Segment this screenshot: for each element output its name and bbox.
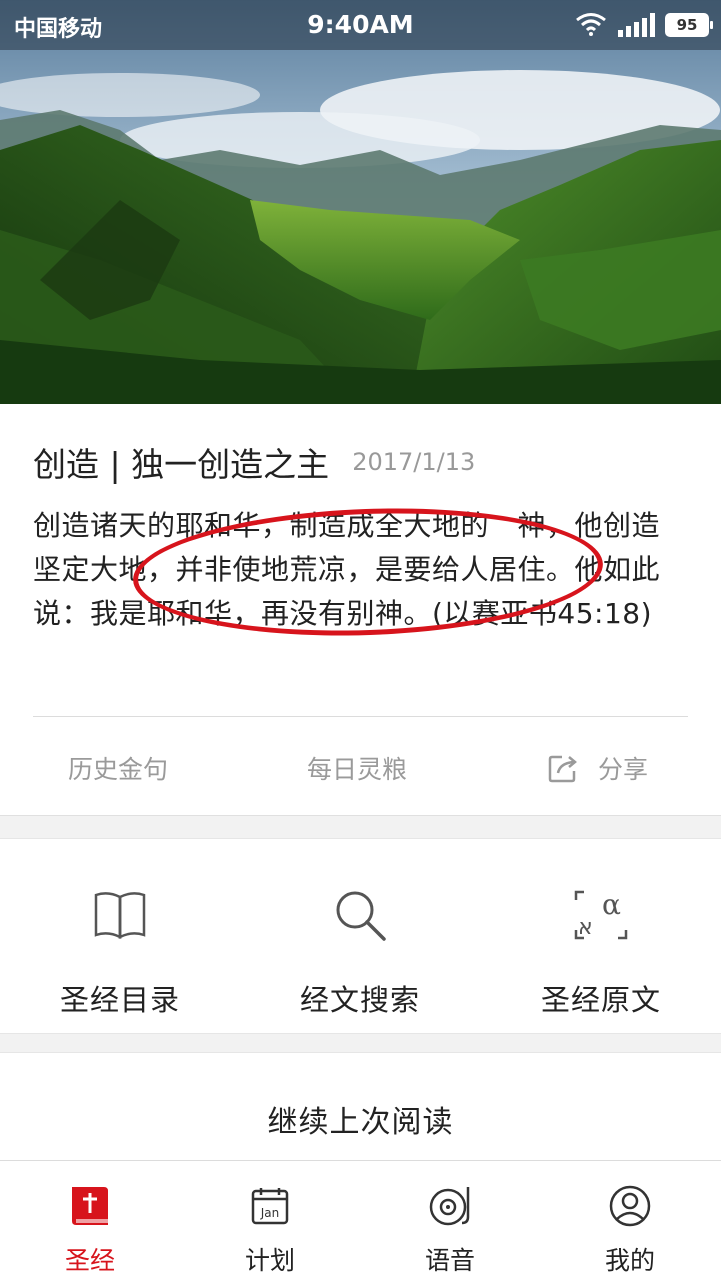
bible-catalog-button[interactable]: 圣经目录 <box>0 883 240 1019</box>
bible-tools-panel: 圣经目录 经文搜索 α א 圣经原文 <box>0 838 721 1034</box>
bible-book-icon <box>72 1187 108 1225</box>
tab-bible-label: 圣经 <box>64 1246 115 1275</box>
landscape-illustration <box>0 0 721 404</box>
share-button[interactable]: 分享 <box>548 750 648 786</box>
continue-reading-label: 继续上次阅读 <box>267 1105 454 1140</box>
calendar-month-text: Jan <box>260 1206 280 1220</box>
verse-search-label: 经文搜索 <box>299 983 420 1017</box>
tab-mine-label: 我的 <box>604 1246 655 1275</box>
tab-mine[interactable]: 我的 <box>540 1183 720 1277</box>
history-verses-button[interactable]: 历史金句 <box>68 750 168 786</box>
tab-plan[interactable]: Jan 计划 <box>180 1183 360 1277</box>
share-icon <box>548 755 577 783</box>
verse-actions: 历史金句 每日灵粮 分享 <box>0 736 721 796</box>
tab-plan-label: 计划 <box>244 1246 295 1275</box>
status-clock: 9:40AM <box>307 10 414 39</box>
vinyl-record-icon <box>429 1187 470 1226</box>
verse-date: 2017/1/13 <box>352 448 476 476</box>
verse-header: 创造 | 独一创造之主 2017/1/13 <box>33 438 475 488</box>
svg-text:א: א <box>578 915 593 940</box>
daily-verse-card: 创造 | 独一创造之主 2017/1/13 创造诸天的耶和华，制造成全大地的 神… <box>0 404 721 816</box>
user-profile-icon <box>609 1185 651 1227</box>
divider <box>33 716 688 717</box>
tab-audio-label: 语音 <box>424 1246 475 1275</box>
open-book-icon <box>94 892 146 940</box>
calendar-icon: Jan <box>251 1188 289 1225</box>
daily-bread-button[interactable]: 每日灵粮 <box>307 750 407 786</box>
status-bar: 中国移动 9:40AM 95 <box>0 0 721 50</box>
signal-strength-icon <box>618 13 655 37</box>
verse-search-button[interactable]: 经文搜索 <box>240 883 480 1019</box>
search-icon <box>336 891 386 941</box>
tab-bible[interactable]: 圣经 <box>0 1183 180 1277</box>
verse-text: 创造诸天的耶和华，制造成全大地的 神，他创造坚定大地，并非使地荒凉，是要给人居住… <box>33 509 661 630</box>
share-label: 分享 <box>598 755 649 784</box>
bottom-navigation: 圣经 Jan 计划 语音 我的 <box>0 1160 721 1280</box>
hero-landscape-image <box>0 0 721 404</box>
original-text-label: 圣经原文 <box>540 983 661 1017</box>
tab-audio[interactable]: 语音 <box>360 1183 540 1277</box>
battery-indicator: 95 <box>665 13 713 37</box>
continue-reading-button[interactable]: 继续上次阅读 <box>0 1052 721 1160</box>
svg-text:α: α <box>602 888 621 921</box>
bible-catalog-label: 圣经目录 <box>59 983 180 1017</box>
verse-title: 创造 | 独一创造之主 <box>33 445 330 484</box>
wifi-icon <box>576 13 606 36</box>
original-language-icon: α א <box>574 888 628 940</box>
original-text-button[interactable]: α א 圣经原文 <box>481 883 721 1019</box>
